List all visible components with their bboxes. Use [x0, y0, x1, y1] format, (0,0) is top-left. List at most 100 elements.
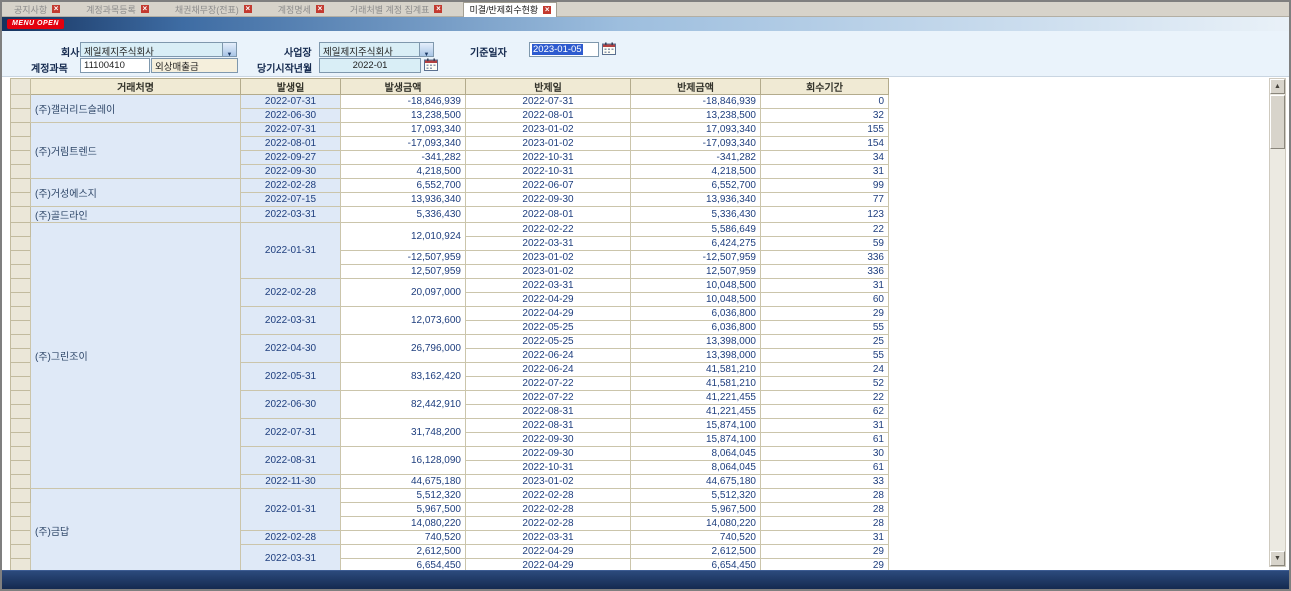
settle-date-cell[interactable]: 2022-06-07: [466, 179, 631, 193]
customer-cell[interactable]: (주)금답: [31, 489, 241, 571]
settle-date-cell[interactable]: 2022-02-22: [466, 223, 631, 237]
settle-date-cell[interactable]: 2022-08-31: [466, 419, 631, 433]
settle-date-cell[interactable]: 2022-09-30: [466, 447, 631, 461]
settle-amount-cell[interactable]: 41,581,210: [631, 363, 761, 377]
base-date-input[interactable]: 2023-01-05: [529, 42, 599, 57]
settle-amount-cell[interactable]: -17,093,340: [631, 137, 761, 151]
settle-date-cell[interactable]: 2023-01-02: [466, 137, 631, 151]
tab-close-icon[interactable]: ×: [244, 5, 252, 13]
settle-date-cell[interactable]: 2022-03-31: [466, 531, 631, 545]
tab-close-icon[interactable]: ×: [434, 5, 442, 13]
occur-amount-cell[interactable]: 26,796,000: [341, 335, 466, 363]
settle-amount-cell[interactable]: 15,874,100: [631, 419, 761, 433]
collect-days-cell[interactable]: 61: [761, 461, 889, 475]
occur-date-cell[interactable]: 2022-07-31: [241, 419, 341, 447]
collect-days-cell[interactable]: 60: [761, 293, 889, 307]
settle-amount-cell[interactable]: 13,936,340: [631, 193, 761, 207]
settle-date-cell[interactable]: 2022-06-24: [466, 363, 631, 377]
row-selector-cell[interactable]: [11, 335, 31, 349]
row-selector-cell[interactable]: [11, 95, 31, 109]
occur-amount-cell[interactable]: 6,654,450: [341, 559, 466, 571]
settle-date-cell[interactable]: 2022-07-31: [466, 95, 631, 109]
occur-amount-cell[interactable]: -12,507,959: [341, 251, 466, 265]
customer-cell[interactable]: (주)골드라인: [31, 207, 241, 223]
row-selector-cell[interactable]: [11, 475, 31, 489]
settle-date-cell[interactable]: 2022-10-31: [466, 165, 631, 179]
occur-amount-cell[interactable]: 20,097,000: [341, 279, 466, 307]
row-selector-cell[interactable]: [11, 447, 31, 461]
settle-amount-cell[interactable]: 4,218,500: [631, 165, 761, 179]
settle-amount-cell[interactable]: 5,336,430: [631, 207, 761, 223]
collect-days-cell[interactable]: 155: [761, 123, 889, 137]
site-select-arrow-button[interactable]: ▼: [419, 43, 433, 56]
settle-date-cell[interactable]: 2022-04-29: [466, 307, 631, 321]
scroll-thumb[interactable]: [1270, 95, 1285, 149]
settle-date-cell[interactable]: 2022-07-22: [466, 377, 631, 391]
settle-date-cell[interactable]: 2022-10-31: [466, 461, 631, 475]
collect-days-cell[interactable]: 336: [761, 265, 889, 279]
tab-close-icon[interactable]: ×: [316, 5, 324, 13]
occur-amount-cell[interactable]: 17,093,340: [341, 123, 466, 137]
occur-amount-cell[interactable]: 16,128,090: [341, 447, 466, 475]
settle-date-cell[interactable]: 2022-08-01: [466, 109, 631, 123]
grid-header-cell[interactable]: 발생일: [241, 79, 341, 95]
settle-date-cell[interactable]: 2022-06-24: [466, 349, 631, 363]
collect-days-cell[interactable]: 31: [761, 165, 889, 179]
settle-date-cell[interactable]: 2023-01-02: [466, 475, 631, 489]
occur-date-cell[interactable]: 2022-01-31: [241, 223, 341, 279]
occur-date-cell[interactable]: 2022-06-30: [241, 391, 341, 419]
row-selector-cell[interactable]: [11, 503, 31, 517]
settle-amount-cell[interactable]: 44,675,180: [631, 475, 761, 489]
tab-item[interactable]: 계정명세×: [273, 2, 329, 17]
settle-amount-cell[interactable]: -18,846,939: [631, 95, 761, 109]
occur-date-cell[interactable]: 2022-11-30: [241, 475, 341, 489]
row-selector-cell[interactable]: [11, 179, 31, 193]
collect-days-cell[interactable]: 28: [761, 517, 889, 531]
row-selector-cell[interactable]: [11, 433, 31, 447]
occur-date-cell[interactable]: 2022-02-28: [241, 279, 341, 307]
row-selector-cell[interactable]: [11, 151, 31, 165]
collect-days-cell[interactable]: 22: [761, 391, 889, 405]
collect-days-cell[interactable]: 29: [761, 545, 889, 559]
occur-amount-cell[interactable]: 44,675,180: [341, 475, 466, 489]
occur-date-cell[interactable]: 2022-07-31: [241, 95, 341, 109]
occur-date-cell[interactable]: 2022-01-31: [241, 489, 341, 531]
occur-date-cell[interactable]: 2022-09-30: [241, 165, 341, 179]
settle-amount-cell[interactable]: 5,967,500: [631, 503, 761, 517]
settle-date-cell[interactable]: 2022-05-25: [466, 321, 631, 335]
settle-amount-cell[interactable]: 5,586,649: [631, 223, 761, 237]
collect-days-cell[interactable]: 25: [761, 335, 889, 349]
occur-amount-cell[interactable]: 14,080,220: [341, 517, 466, 531]
occur-amount-cell[interactable]: 5,336,430: [341, 207, 466, 223]
occur-amount-cell[interactable]: 12,507,959: [341, 265, 466, 279]
row-selector-cell[interactable]: [11, 321, 31, 335]
settle-amount-cell[interactable]: 5,512,320: [631, 489, 761, 503]
settle-date-cell[interactable]: 2022-04-29: [466, 293, 631, 307]
settle-date-cell[interactable]: 2023-01-02: [466, 265, 631, 279]
collect-days-cell[interactable]: 28: [761, 489, 889, 503]
settle-amount-cell[interactable]: -12,507,959: [631, 251, 761, 265]
settle-amount-cell[interactable]: 41,221,455: [631, 391, 761, 405]
collect-days-cell[interactable]: 154: [761, 137, 889, 151]
collect-days-cell[interactable]: 61: [761, 433, 889, 447]
row-selector-cell[interactable]: [11, 349, 31, 363]
occur-date-cell[interactable]: 2022-09-27: [241, 151, 341, 165]
occur-amount-cell[interactable]: 13,238,500: [341, 109, 466, 123]
collect-days-cell[interactable]: 24: [761, 363, 889, 377]
account-code-input[interactable]: [80, 58, 150, 73]
collect-days-cell[interactable]: 0: [761, 95, 889, 109]
tab-close-icon[interactable]: ×: [52, 5, 60, 13]
customer-cell[interactable]: (주)갤러리드슬레이: [31, 95, 241, 123]
collect-days-cell[interactable]: 52: [761, 377, 889, 391]
customer-cell[interactable]: (주)그린조이: [31, 223, 241, 489]
settle-date-cell[interactable]: 2022-05-25: [466, 335, 631, 349]
tab-item[interactable]: 채권채무장(전표)×: [170, 2, 257, 17]
occur-date-cell[interactable]: 2022-02-28: [241, 179, 341, 193]
vertical-scrollbar[interactable]: ▲ ▼: [1269, 78, 1286, 567]
occur-amount-cell[interactable]: -17,093,340: [341, 137, 466, 151]
row-selector-cell[interactable]: [11, 419, 31, 433]
row-selector-cell[interactable]: [11, 193, 31, 207]
customer-cell[interactable]: (주)거림트렌드: [31, 123, 241, 179]
collect-days-cell[interactable]: 77: [761, 193, 889, 207]
occur-date-cell[interactable]: 2022-08-01: [241, 137, 341, 151]
